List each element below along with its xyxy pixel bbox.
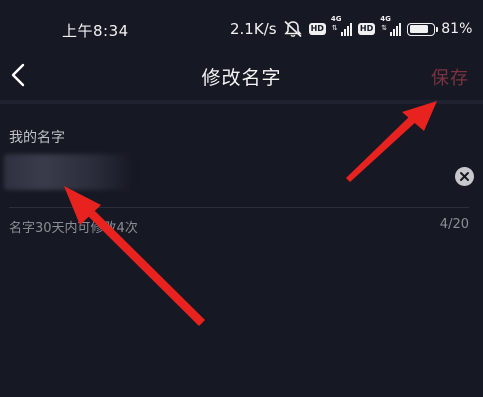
data-arrows-icon-2: ⇅ xyxy=(381,24,388,32)
signal-icon: 4G ⇅ xyxy=(331,15,352,36)
hd-badge-1: HD xyxy=(308,23,326,35)
hd-badge-2: HD xyxy=(357,23,376,35)
nav-divider xyxy=(0,100,483,104)
status-icons: 2.1K/s HD 4G ⇅ HD 4G ⇅ 81% xyxy=(230,15,473,40)
mute-icon xyxy=(283,20,302,38)
battery-percent: 81% xyxy=(441,21,473,37)
input-underline xyxy=(9,207,469,208)
page-title: 修改名字 xyxy=(201,67,282,89)
signal-label-1: 4G xyxy=(330,15,342,23)
status-bar: 上午8:34 2.1K/s HD 4G ⇅ HD 4G ⇅ 81% xyxy=(0,0,483,52)
name-input[interactable] xyxy=(4,154,134,190)
signal-icon-2: 4G ⇅ xyxy=(380,15,402,36)
save-button[interactable]: 保存 xyxy=(431,64,469,90)
name-field-label: 我的名字 xyxy=(9,130,65,146)
data-arrows-icon: ⇅ xyxy=(331,24,338,32)
annotation-arrow-to-save xyxy=(346,101,437,182)
status-time: 上午8:34 xyxy=(62,22,129,40)
clear-circle-icon[interactable] xyxy=(455,167,474,186)
network-speed: 2.1K/s xyxy=(230,20,277,38)
battery-fill xyxy=(409,25,429,33)
rename-limit-hint: 名字30天内可修改4次 xyxy=(9,221,138,236)
char-count: 4/20 xyxy=(439,217,469,232)
nav-bar: 修改名字 保存 xyxy=(0,52,483,98)
battery-icon xyxy=(407,22,439,36)
signal-label-2: 4G xyxy=(380,15,391,23)
